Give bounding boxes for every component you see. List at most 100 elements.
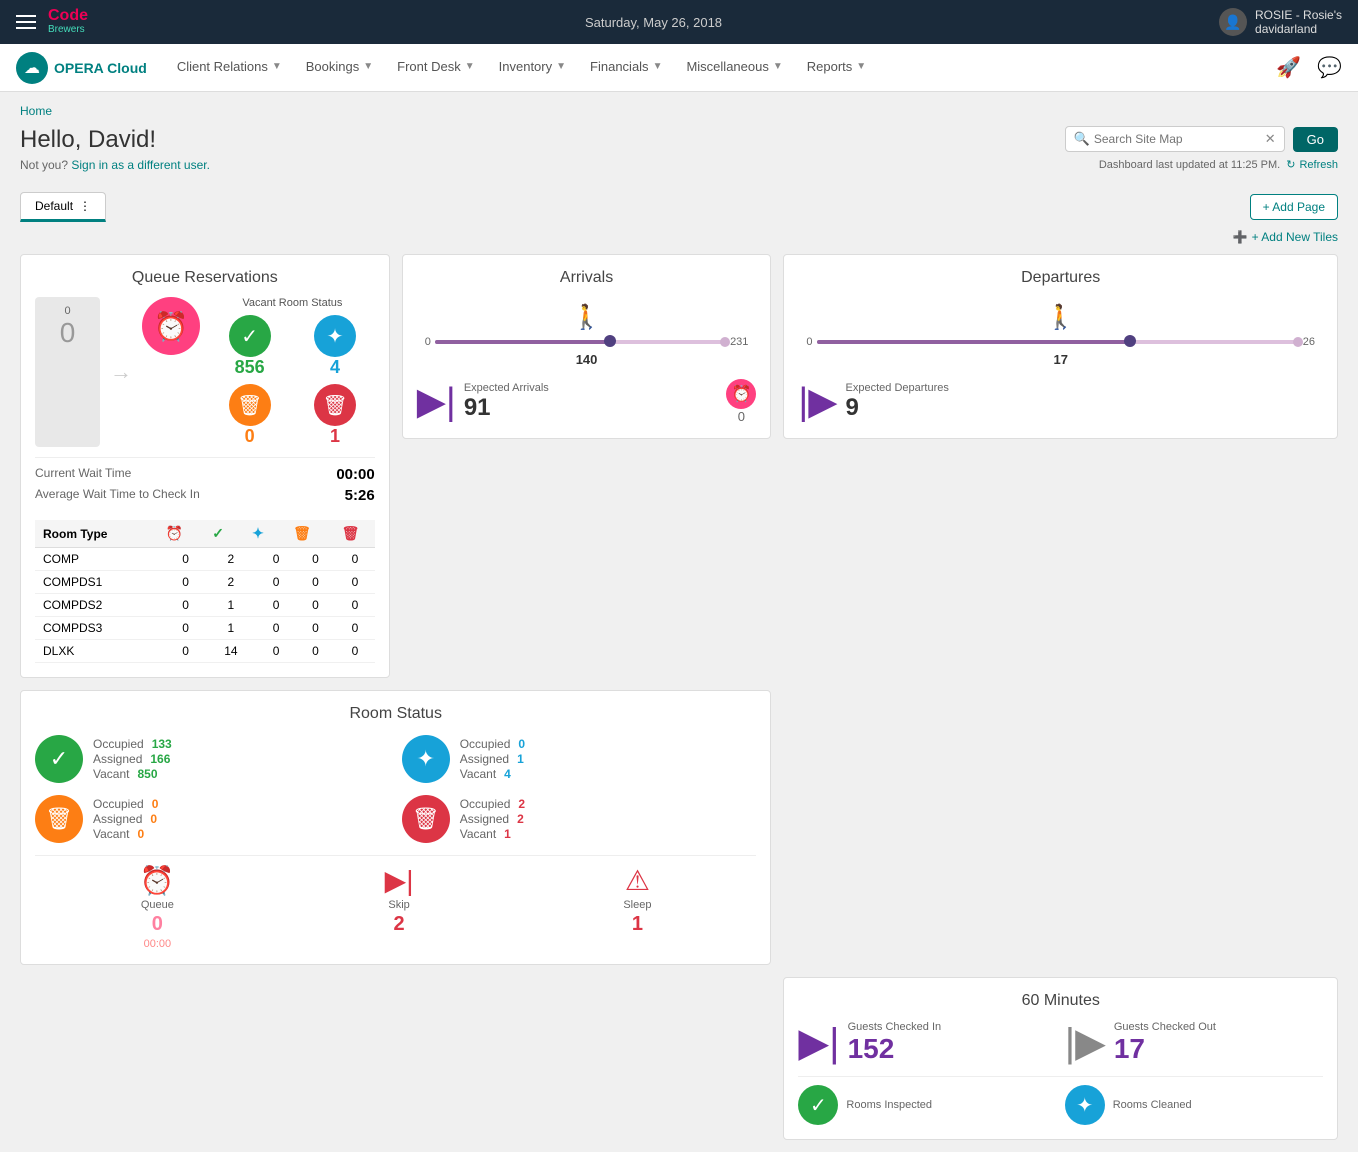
c2-cell: 1 xyxy=(205,617,256,640)
c4-cell: 0 xyxy=(296,617,335,640)
c5-cell: 0 xyxy=(335,617,374,640)
main-content: Home Hello, David! Not you? Sign in as a… xyxy=(0,92,1358,1152)
queue-box: 0 0 xyxy=(35,297,100,447)
ci-val: 152 xyxy=(848,1033,1057,1065)
c4-cell: 0 xyxy=(296,640,335,663)
rs-skip: ▶| Skip 2 xyxy=(385,864,414,950)
checkout-icon-60: |▶ xyxy=(1065,1020,1106,1066)
checkin-icon-60: ▶| xyxy=(798,1020,839,1066)
plus-icon: ➕ xyxy=(1233,230,1248,244)
departures-bottom: |▶ Expected Departures 9 xyxy=(798,379,1323,424)
dep-min: 0 xyxy=(806,336,812,348)
date-display: Saturday, May 26, 2018 xyxy=(585,15,722,30)
avg-wait-row: Average Wait Time to Check In 5:26 xyxy=(35,487,375,504)
nav-front-desk[interactable]: Front Desk ▼ xyxy=(387,44,484,92)
hamburger-menu[interactable] xyxy=(16,15,36,29)
room-type-table-section: Room Type ⏰ ✓ ✦ 🗑 🗑 COMP 0 2 xyxy=(35,520,375,663)
nav-client-relations[interactable]: Client Relations ▼ xyxy=(167,44,292,92)
c2-cell: 1 xyxy=(205,594,256,617)
arr-thumb xyxy=(604,335,616,347)
c1-cell: 0 xyxy=(166,594,205,617)
inspected-icon: ✓ xyxy=(798,1085,838,1125)
chevron-down-icon: ▼ xyxy=(272,61,282,72)
dep-person-icon: 🚶 xyxy=(806,303,1315,332)
sixty-title: 60 Minutes xyxy=(798,992,1323,1010)
rs-queue-val: 0 xyxy=(152,913,163,936)
c3-cell: 0 xyxy=(256,548,295,571)
room-type-cell: COMPDS3 xyxy=(35,617,166,640)
cleaned-icon: ✦ xyxy=(1065,1085,1105,1125)
nav-financials[interactable]: Financials ▼ xyxy=(580,44,672,92)
chevron-down-icon: ▼ xyxy=(556,61,566,72)
sign-in-line: Not you? Sign in as a different user. xyxy=(20,158,210,172)
clock-badge: ⏰ 0 xyxy=(726,379,756,424)
table-row: COMP 0 2 0 0 0 xyxy=(35,548,375,571)
cln-label: Rooms Cleaned xyxy=(1113,1099,1323,1111)
sixty-grid: ▶| Guests Checked In 152 |▶ Guests Check… xyxy=(798,1020,1323,1066)
rs-blue-asgn: 1 xyxy=(517,752,524,766)
vrs-blue-icon: ✦ xyxy=(314,315,356,357)
rs-blue-icon: ✦ xyxy=(402,735,450,783)
th-icon5: 🗑 xyxy=(326,520,374,548)
rs-orange-data: Occupied0 Assigned0 Vacant0 xyxy=(93,797,158,841)
room-type-table-scroll[interactable]: COMP 0 2 0 0 0 COMPDS1 0 2 0 0 0 COMPDS2… xyxy=(35,548,375,663)
tab-default[interactable]: Default ⋮ xyxy=(20,192,106,222)
vrs-orange-icon: 🗑 xyxy=(229,384,271,426)
room-type-table-body: COMP 0 2 0 0 0 COMPDS1 0 2 0 0 0 COMPDS2… xyxy=(35,548,375,663)
search-input[interactable] xyxy=(1094,132,1265,146)
departures-title: Departures xyxy=(798,269,1323,287)
c5-cell: 0 xyxy=(335,594,374,617)
clear-search-icon[interactable]: ✕ xyxy=(1265,131,1276,147)
room-status-title: Room Status xyxy=(35,705,756,723)
arr-fill xyxy=(435,340,610,344)
chat-icon[interactable]: 💬 xyxy=(1317,55,1342,80)
add-page-button[interactable]: + Add Page xyxy=(1250,194,1338,220)
go-button[interactable]: Go xyxy=(1293,127,1338,152)
nav-logo-text: OPERA Cloud xyxy=(54,60,147,76)
c4-cell: 0 xyxy=(296,571,335,594)
tab-menu-icon[interactable]: ⋮ xyxy=(79,199,91,213)
vrs-green-val: 856 xyxy=(235,357,265,378)
user-name: ROSIE - Rosie's xyxy=(1255,8,1342,22)
nav-reports[interactable]: Reports ▼ xyxy=(797,44,876,92)
rs-orange-asgn: 0 xyxy=(150,812,157,826)
rs-sleep-val: 1 xyxy=(632,913,643,936)
room-type-cell: COMPDS2 xyxy=(35,594,166,617)
c2-cell: 14 xyxy=(205,640,256,663)
c3-cell: 0 xyxy=(256,571,295,594)
nav-miscellaneous[interactable]: Miscellaneous ▼ xyxy=(676,44,792,92)
chevron-down-icon: ▼ xyxy=(465,61,475,72)
vrs-red: 🗑 1 xyxy=(295,384,374,447)
nav-bookings[interactable]: Bookings ▼ xyxy=(296,44,383,92)
queue-clock-icon: ⏰ xyxy=(142,297,200,355)
dep-expected-label: Expected Departures xyxy=(846,382,949,394)
add-tiles-button[interactable]: ➕ + Add New Tiles xyxy=(1233,230,1338,244)
th-icon3: ✦ xyxy=(238,520,278,548)
nav-inventory[interactable]: Inventory ▼ xyxy=(489,44,576,92)
c3-cell: 0 xyxy=(256,640,295,663)
sign-in-link[interactable]: Sign in as a different user. xyxy=(71,158,210,172)
queue-title: Queue Reservations xyxy=(35,269,375,287)
vacant-status-section: Vacant Room Status ✓ 856 ✦ 4 🗑 0 xyxy=(210,297,375,447)
rs-skip-icon: ▶| xyxy=(385,864,414,897)
cleaned-stat: Rooms Cleaned xyxy=(1113,1099,1323,1111)
breadcrumb[interactable]: Home xyxy=(20,104,1338,118)
rs-blue-data: Occupied0 Assigned1 Vacant4 xyxy=(460,737,525,781)
rs-grid: ✓ Occupied133 Assigned166 Vacant850 ✦ Oc… xyxy=(35,735,756,843)
rocket-icon[interactable]: 🚀 xyxy=(1276,55,1301,80)
table-row: COMPDS2 0 1 0 0 0 xyxy=(35,594,375,617)
dep-max: 26 xyxy=(1303,336,1315,348)
add-tiles-row: ➕ + Add New Tiles xyxy=(20,230,1338,244)
dep-track xyxy=(817,340,1299,344)
rs-red-icon: 🗑 xyxy=(402,795,450,843)
co-val: 17 xyxy=(1114,1033,1323,1065)
awt-val: 5:26 xyxy=(345,487,375,504)
refresh-button[interactable]: ↻ Refresh xyxy=(1286,158,1338,171)
nav-logo[interactable]: ☁ OPERA Cloud xyxy=(16,52,147,84)
c4-cell: 0 xyxy=(296,594,335,617)
rs-sleep: ⚠ Sleep 1 xyxy=(623,864,651,950)
th-icon4: 🗑 xyxy=(278,520,326,548)
cwt-val: 00:00 xyxy=(336,466,374,483)
rs-red-occ: 2 xyxy=(518,797,525,811)
table-row: COMPDS1 0 2 0 0 0 xyxy=(35,571,375,594)
